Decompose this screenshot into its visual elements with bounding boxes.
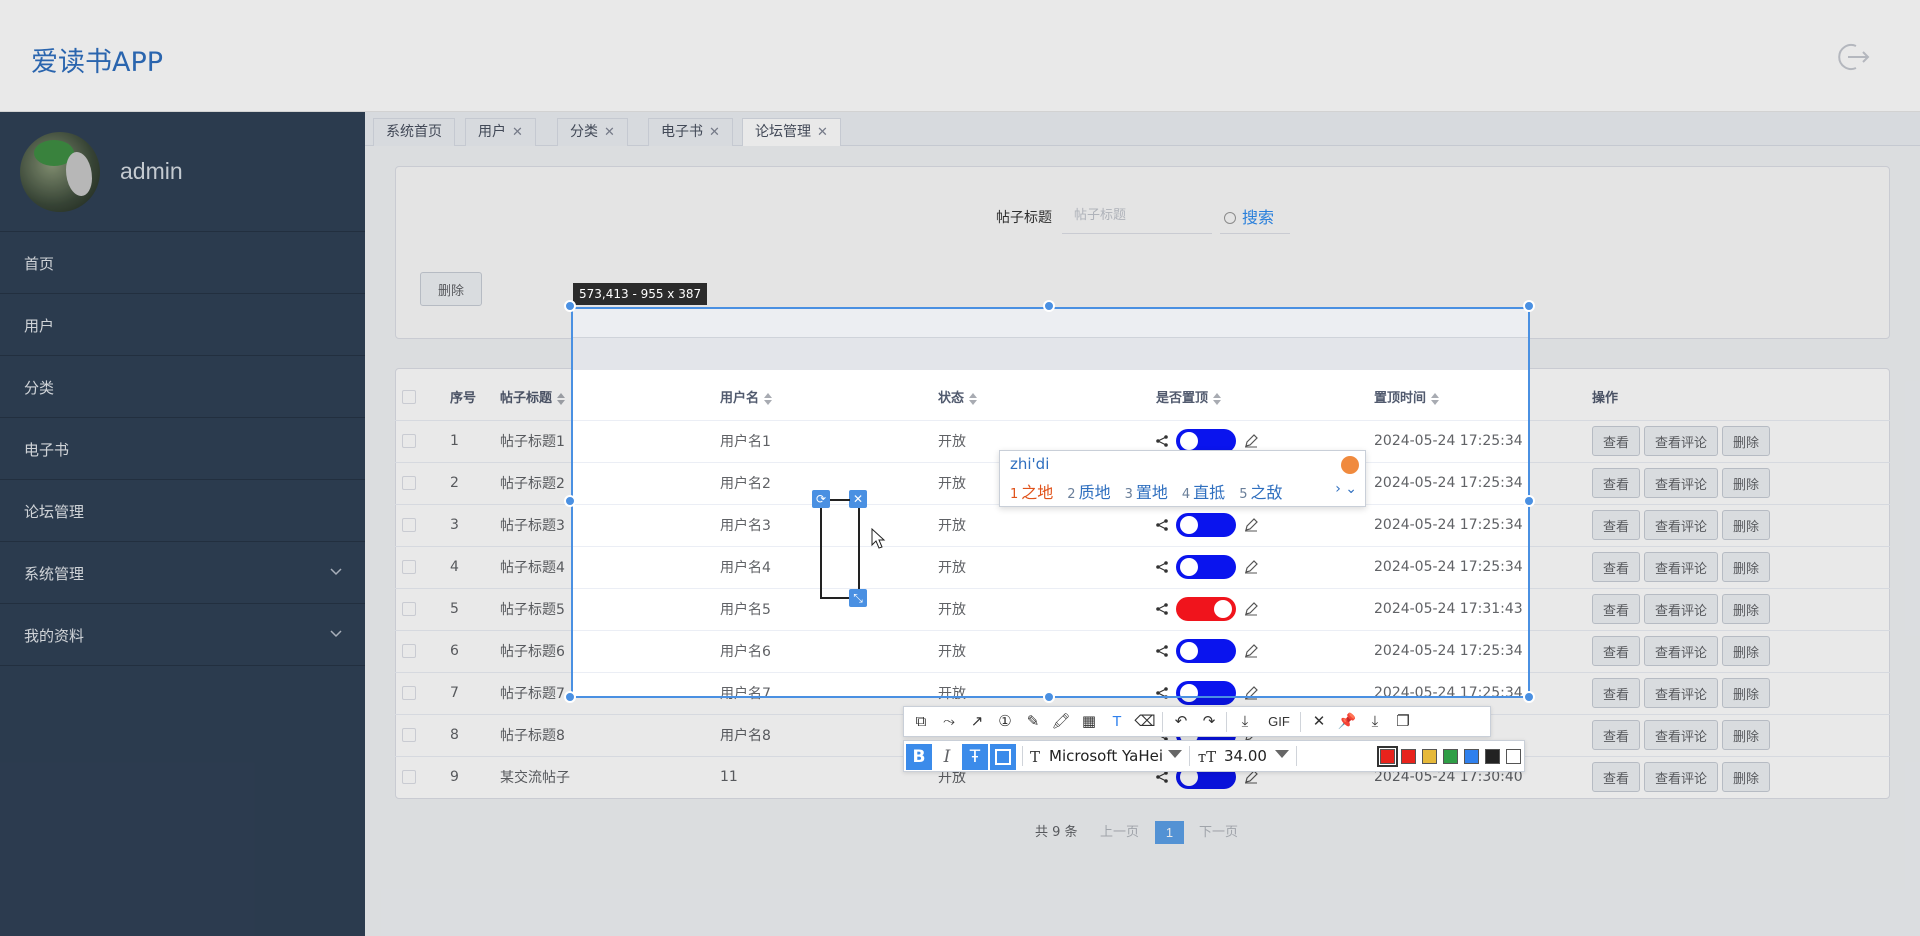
- ime-candidate-window: zhi'di 1 之地 2 质地 3 置地 4 直抵 5 之敌 › ⌄: [999, 450, 1366, 507]
- text-format-toolbar: B I Ŧ T Microsoft YaHei ᴛT 34.00: [903, 740, 1525, 772]
- highlighter-icon[interactable]: 🖍: [1050, 711, 1072, 733]
- undo-icon[interactable]: ↶: [1170, 711, 1192, 733]
- color-swatch[interactable]: [1506, 749, 1521, 764]
- color-swatch[interactable]: [1464, 749, 1479, 764]
- ime-candidates: 1 之地 2 质地 3 置地 4 直抵 5 之敌: [1010, 479, 1296, 503]
- pin-icon[interactable]: 📌: [1336, 711, 1358, 733]
- copy-icon[interactable]: ❐: [1392, 711, 1414, 733]
- pencil-icon[interactable]: ✎: [1022, 711, 1044, 733]
- font-size-select[interactable]: 34.00: [1224, 747, 1267, 765]
- ime-candidate[interactable]: 2 质地: [1067, 483, 1110, 502]
- shape-icon[interactable]: ⧉: [910, 711, 932, 733]
- text-tool-icon[interactable]: T: [1106, 711, 1128, 733]
- resize-handle[interactable]: [1523, 300, 1535, 312]
- color-swatch[interactable]: [1401, 749, 1416, 764]
- rotate-icon[interactable]: ⟳: [812, 490, 830, 508]
- resize-icon[interactable]: ⤡: [849, 589, 867, 607]
- chevron-down-icon[interactable]: [1275, 750, 1289, 758]
- mouse-cursor-icon: [871, 528, 886, 549]
- ime-logo-icon: [1341, 456, 1359, 474]
- ime-candidate[interactable]: 1 之地: [1010, 483, 1053, 502]
- resize-handle[interactable]: [564, 691, 576, 703]
- text-annotation-box[interactable]: [820, 499, 860, 599]
- text-outline-icon[interactable]: Ŧ: [962, 744, 988, 770]
- bold-icon[interactable]: B: [906, 744, 932, 770]
- color-swatch[interactable]: [1485, 749, 1500, 764]
- ime-candidate[interactable]: 5 之敌: [1239, 483, 1282, 502]
- save-icon[interactable]: ⤓: [1364, 711, 1386, 733]
- color-swatch[interactable]: [1422, 749, 1437, 764]
- mosaic-icon[interactable]: ▦: [1078, 711, 1100, 733]
- gif-button[interactable]: GIF: [1264, 711, 1294, 733]
- font-icon: T: [1029, 748, 1040, 766]
- resize-handle[interactable]: [1523, 691, 1535, 703]
- resize-handle[interactable]: [564, 495, 576, 507]
- font-size-icon: ᴛT: [1197, 748, 1217, 766]
- number-marker-icon[interactable]: ①: [994, 711, 1016, 733]
- font-family-select[interactable]: Microsoft YaHei: [1049, 747, 1163, 765]
- textbox-top-edge: [830, 499, 850, 501]
- ime-pinyin: zhi'di: [1010, 455, 1050, 473]
- long-screenshot-icon[interactable]: ⤓: [1234, 711, 1256, 733]
- resize-handle[interactable]: [1523, 495, 1535, 507]
- close-icon[interactable]: ✕: [1308, 711, 1330, 733]
- capture-toolbar: ⧉ ⤳ ↗ ① ✎ 🖍 ▦ T ⌫ ↶ ↷ ⤓ GIF ✕ 📌 ⤓ ❐: [903, 706, 1491, 737]
- capture-dim: [0, 0, 1920, 307]
- resize-handle[interactable]: [564, 300, 576, 312]
- arrow-icon[interactable]: ↗: [966, 711, 988, 733]
- color-swatch[interactable]: [1443, 749, 1458, 764]
- polyline-icon[interactable]: ⤳: [938, 711, 960, 733]
- chevron-down-icon[interactable]: [1168, 750, 1182, 758]
- capture-dim: [0, 307, 571, 698]
- italic-icon[interactable]: I: [934, 744, 960, 770]
- color-swatch[interactable]: [1377, 746, 1398, 767]
- resize-handle[interactable]: [1043, 300, 1055, 312]
- close-icon[interactable]: ✕: [849, 490, 867, 508]
- resize-handle[interactable]: [1043, 691, 1055, 703]
- ime-next-icon[interactable]: › ⌄: [1335, 481, 1357, 497]
- capture-size-label: 573,413 - 955 x 387: [573, 283, 708, 305]
- ime-candidate[interactable]: 3 置地: [1125, 483, 1168, 502]
- redo-icon[interactable]: ↷: [1198, 711, 1220, 733]
- eraser-icon[interactable]: ⌫: [1134, 711, 1156, 733]
- ime-candidate[interactable]: 4 直抵: [1182, 483, 1225, 502]
- text-background-icon[interactable]: [990, 744, 1016, 770]
- capture-dim: [1530, 307, 1920, 698]
